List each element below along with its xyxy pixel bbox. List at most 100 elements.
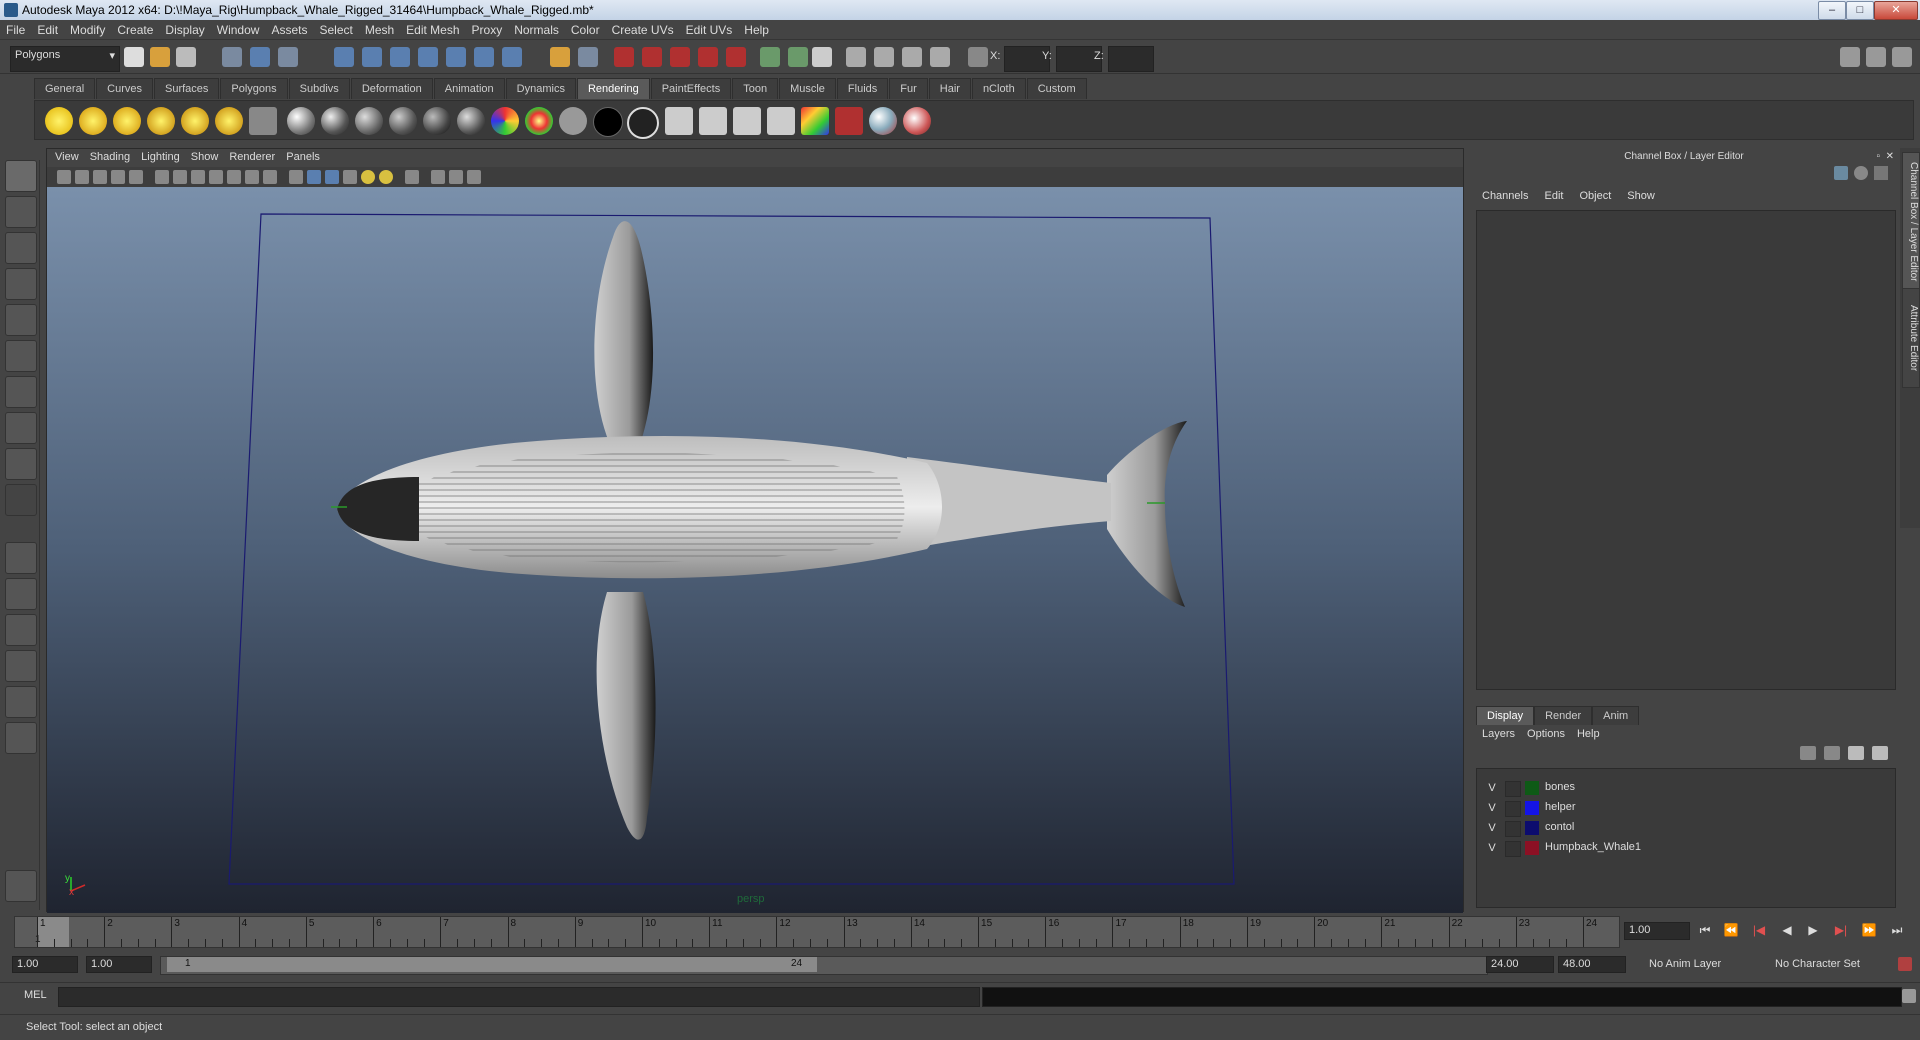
menu-color[interactable]: Color bbox=[565, 20, 606, 37]
surface-shader-icon[interactable] bbox=[559, 107, 587, 135]
time-slider[interactable]: 1 12345678910111213141516171819202122232… bbox=[14, 916, 1620, 948]
lasso-tool-icon[interactable] bbox=[5, 196, 37, 228]
batch-render-icon[interactable] bbox=[767, 107, 795, 135]
channel-box-icon-c[interactable] bbox=[1874, 166, 1888, 180]
vp-menu-lighting[interactable]: Lighting bbox=[133, 149, 180, 163]
paint-brush-icon[interactable] bbox=[903, 107, 931, 135]
layer-tab-anim[interactable]: Anim bbox=[1592, 706, 1640, 725]
gate-mask-icon[interactable] bbox=[209, 170, 223, 184]
render-view-icon[interactable] bbox=[726, 47, 746, 67]
layer-color-swatch[interactable] bbox=[1525, 841, 1539, 855]
layout-graph-persp-icon[interactable] bbox=[5, 650, 37, 682]
channel-box-icon-a[interactable] bbox=[1834, 166, 1848, 180]
layer-row-humpback-whale1[interactable]: V Humpback_Whale1 bbox=[1483, 839, 1883, 857]
shading-map-icon[interactable] bbox=[525, 107, 553, 135]
point-light-icon[interactable] bbox=[113, 107, 141, 135]
menu-proxy[interactable]: Proxy bbox=[466, 20, 509, 37]
play-forwards-icon[interactable]: ▶ bbox=[1804, 921, 1822, 939]
rename-icon[interactable] bbox=[788, 47, 808, 67]
phong-shader-icon[interactable] bbox=[355, 107, 383, 135]
ipr-render-icon[interactable] bbox=[642, 47, 662, 67]
layout-single-icon[interactable] bbox=[1840, 47, 1860, 67]
rotate-tool-icon[interactable] bbox=[5, 304, 37, 336]
menu-assets[interactable]: Assets bbox=[265, 20, 313, 37]
camera-icon[interactable] bbox=[249, 107, 277, 135]
render-view-shelf-icon[interactable] bbox=[665, 107, 693, 135]
playback-start-field[interactable]: 1.00 bbox=[86, 956, 152, 973]
shelf-tab-hair[interactable]: Hair bbox=[928, 78, 971, 99]
input-field-icon[interactable] bbox=[760, 47, 780, 67]
minimize-button[interactable]: – bbox=[1818, 1, 1846, 20]
mental-ray-icon[interactable] bbox=[869, 107, 897, 135]
shelf-tab-fluids[interactable]: Fluids bbox=[836, 78, 889, 99]
layer-visibility-toggle[interactable]: V bbox=[1485, 821, 1499, 835]
command-input[interactable] bbox=[58, 987, 980, 1007]
select-object-icon[interactable] bbox=[250, 47, 270, 67]
absolute-transform-icon[interactable] bbox=[968, 47, 988, 67]
layer-menu-help[interactable]: Help bbox=[1571, 728, 1606, 740]
layer-row-contol[interactable]: V contol bbox=[1483, 819, 1883, 837]
film-gate-icon[interactable] bbox=[173, 170, 187, 184]
cb-menu-object[interactable]: Object bbox=[1571, 190, 1619, 202]
layout-single-pane-icon[interactable] bbox=[5, 542, 37, 574]
paint-select-tool-icon[interactable] bbox=[5, 232, 37, 264]
close-panel-icon[interactable]: ✕ bbox=[1886, 148, 1894, 166]
step-back-frame-icon[interactable]: |◀ bbox=[1750, 921, 1768, 939]
layer-playback-toggle[interactable] bbox=[1505, 841, 1521, 857]
isolate-select-icon[interactable] bbox=[405, 170, 419, 184]
layer-tab-display[interactable]: Display bbox=[1476, 706, 1535, 725]
select-highlight-icon[interactable] bbox=[578, 47, 598, 67]
smooth-shade-icon[interactable] bbox=[307, 170, 321, 184]
cb-menu-channels[interactable]: Channels bbox=[1474, 190, 1536, 202]
vp-menu-shading[interactable]: Shading bbox=[82, 149, 130, 163]
layer-visibility-toggle[interactable]: V bbox=[1485, 801, 1499, 815]
save-scene-icon[interactable] bbox=[176, 47, 196, 67]
shelf-tab-painteffects[interactable]: PaintEffects bbox=[650, 78, 732, 99]
textured-icon[interactable] bbox=[343, 170, 357, 184]
layout-outliner-persp-icon[interactable] bbox=[5, 614, 37, 646]
universal-manipulator-icon[interactable] bbox=[5, 376, 37, 408]
grid-icon[interactable] bbox=[155, 170, 169, 184]
layout-channel-icon[interactable] bbox=[1892, 47, 1912, 67]
shelf-tab-deformation[interactable]: Deformation bbox=[350, 78, 433, 99]
outliner-icon[interactable] bbox=[930, 47, 950, 67]
new-layer-icon[interactable] bbox=[1848, 746, 1864, 760]
z-input[interactable] bbox=[1108, 46, 1154, 72]
quick-layout-icon[interactable] bbox=[5, 870, 37, 902]
shelf-tab-toon[interactable]: Toon bbox=[732, 78, 779, 99]
xray-joints-icon[interactable] bbox=[449, 170, 463, 184]
shelf-tab-subdivs[interactable]: Subdivs bbox=[288, 78, 350, 99]
step-forward-key-icon[interactable]: ⏩ bbox=[1860, 921, 1878, 939]
select-camera-icon[interactable] bbox=[57, 170, 71, 184]
spot-light-icon[interactable] bbox=[147, 107, 175, 135]
area-light-icon[interactable] bbox=[181, 107, 209, 135]
shelf-tab-animation[interactable]: Animation bbox=[433, 78, 505, 99]
use-all-lights-icon[interactable] bbox=[361, 170, 375, 184]
field-chart-icon[interactable] bbox=[227, 170, 241, 184]
shelf-tab-ncloth[interactable]: nCloth bbox=[971, 78, 1026, 99]
menu-file[interactable]: File bbox=[0, 20, 31, 37]
ambient-light-icon[interactable] bbox=[45, 107, 73, 135]
side-tab-attribute-editor[interactable]: Attribute Editor bbox=[1902, 288, 1920, 388]
show-manipulator-icon[interactable] bbox=[5, 448, 37, 480]
vp-menu-view[interactable]: View bbox=[47, 149, 79, 163]
float-panel-icon[interactable]: ▫ bbox=[1876, 148, 1880, 166]
menu-help[interactable]: Help bbox=[738, 20, 775, 37]
layer-playback-toggle[interactable] bbox=[1505, 781, 1521, 797]
menu-create[interactable]: Create bbox=[111, 20, 159, 37]
character-set-dropdown[interactable]: No Character Set bbox=[1770, 956, 1886, 973]
command-language-label[interactable]: MEL bbox=[24, 989, 47, 1001]
select-component-icon[interactable] bbox=[278, 47, 298, 67]
close-button[interactable]: ✕ bbox=[1874, 1, 1918, 20]
make-live-icon[interactable] bbox=[446, 47, 466, 67]
layer-color-swatch[interactable] bbox=[1525, 821, 1539, 835]
shelf-tab-dynamics[interactable]: Dynamics bbox=[505, 78, 576, 99]
input-ops-icon[interactable] bbox=[502, 47, 522, 67]
wireframe-icon[interactable] bbox=[289, 170, 303, 184]
snap-curve-icon[interactable] bbox=[362, 47, 382, 67]
phong-e-shader-icon[interactable] bbox=[389, 107, 417, 135]
start-time-field[interactable]: 1.00 bbox=[12, 956, 78, 973]
end-time-field[interactable]: 48.00 bbox=[1558, 956, 1626, 973]
shelf-tab-polygons[interactable]: Polygons bbox=[220, 78, 288, 99]
channel-box-body[interactable] bbox=[1476, 210, 1896, 690]
